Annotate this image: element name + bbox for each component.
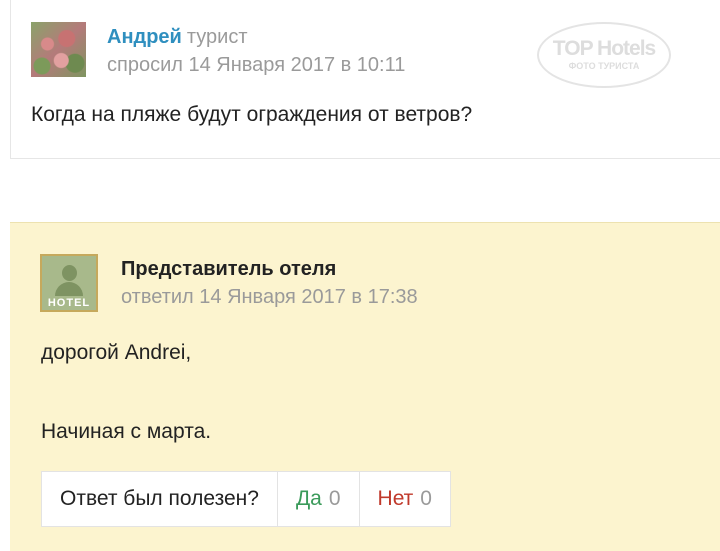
answer-greeting: дорогой Andrei, bbox=[41, 341, 192, 364]
author-name-link[interactable]: Андрей bbox=[107, 26, 182, 48]
helpful-yes-button[interactable]: Да 0 bbox=[278, 472, 360, 526]
watermark-sub-text: ФОТО ТУРИСТА bbox=[568, 61, 640, 71]
yes-label: Да bbox=[295, 487, 322, 510]
avatar-head-shape bbox=[62, 265, 77, 281]
yes-count: 0 bbox=[328, 487, 341, 510]
user-avatar[interactable] bbox=[31, 22, 86, 77]
question-timestamp: спросил 14 Января 2017 в 10:11 bbox=[107, 54, 406, 76]
answer-card: HOTEL Представитель отеля ответил 14 Янв… bbox=[10, 222, 720, 551]
watermark-main-text: TOP Hotels bbox=[552, 37, 656, 60]
no-label: Нет bbox=[377, 487, 414, 510]
answer-timestamp: ответил 14 Января 2017 в 17:38 bbox=[121, 286, 418, 308]
no-count: 0 bbox=[420, 487, 432, 510]
hotel-avatar-icon: HOTEL bbox=[40, 254, 98, 312]
question-author-line: Андрей турист bbox=[107, 24, 247, 50]
hotel-avatar-label: HOTEL bbox=[47, 297, 91, 309]
helpful-vote-bar: Ответ был полезен? Да 0 Нет 0 bbox=[41, 471, 451, 527]
helpful-question: Ответ был полезен? bbox=[42, 472, 278, 526]
avatar-body-shape bbox=[55, 282, 83, 296]
author-role: турист bbox=[186, 26, 248, 48]
helpful-no-button[interactable]: Нет 0 bbox=[360, 472, 450, 526]
question-text: Когда на пляже будут ограждения от ветро… bbox=[31, 103, 473, 126]
answer-author-name: Представитель отеля bbox=[121, 258, 337, 280]
tophotels-watermark-logo: TOP Hotels ФОТО ТУРИСТА bbox=[537, 22, 671, 88]
answer-text: Начиная с марта. bbox=[41, 420, 212, 443]
